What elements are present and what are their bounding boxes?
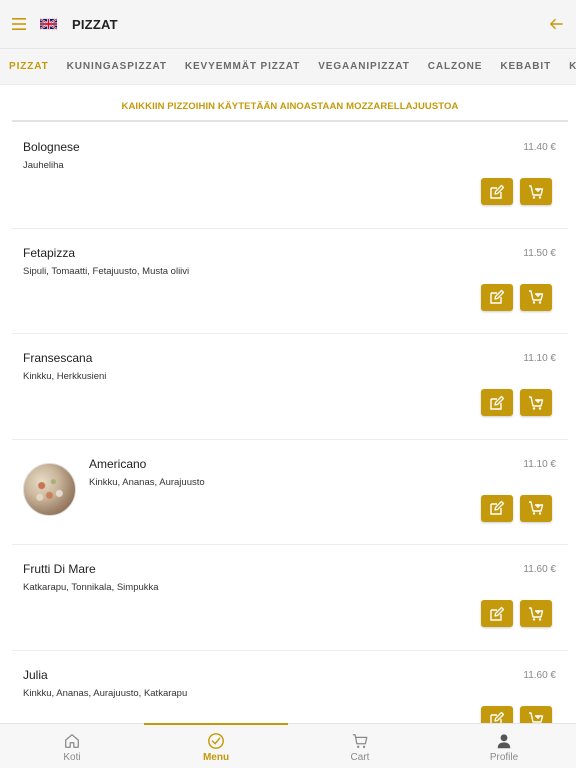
tab-kebabit[interactable]: KEBABIT bbox=[491, 61, 560, 72]
edit-item-button[interactable] bbox=[481, 494, 513, 522]
edit-item-button[interactable] bbox=[481, 600, 513, 627]
item-name: Americano bbox=[89, 456, 147, 471]
item-price: 11.60 € bbox=[523, 564, 556, 575]
item-price: 11.60 € bbox=[523, 669, 556, 681]
nav-label: Koti bbox=[63, 752, 81, 763]
edit-icon bbox=[490, 500, 505, 515]
edit-icon bbox=[490, 395, 505, 410]
tab-kana[interactable]: KANA bbox=[560, 61, 576, 72]
edit-item-button[interactable] bbox=[481, 283, 513, 311]
nav-label: Menu bbox=[202, 752, 230, 763]
add-to-cart-button[interactable] bbox=[520, 178, 552, 205]
menu-item: Bolognese Jauheliha 11.40 € bbox=[12, 123, 568, 229]
top-app-bar: PIZZAT bbox=[0, 0, 576, 49]
cart-icon bbox=[350, 731, 370, 751]
person-icon bbox=[494, 731, 514, 751]
item-price: 11.10 € bbox=[523, 353, 556, 364]
tab-pizzat[interactable]: PIZZAT bbox=[0, 61, 58, 72]
tab-kevyemmat-pizzat[interactable]: KEVYEMMÄT PIZZAT bbox=[176, 61, 309, 72]
add-to-cart-button[interactable] bbox=[520, 600, 552, 627]
check-circle-icon bbox=[206, 731, 226, 751]
item-price: 11.10 € bbox=[523, 458, 556, 470]
item-name: Fetapizza bbox=[23, 245, 76, 260]
edit-icon bbox=[490, 184, 505, 199]
hamburger-icon bbox=[12, 18, 26, 30]
tab-kuningaspizzat[interactable]: KUNINGASPIZZAT bbox=[58, 61, 176, 72]
nav-koti[interactable]: Koti bbox=[0, 724, 144, 768]
menu-item: Fransescana Kinkku, Herkkusieni 11.10 € bbox=[12, 334, 568, 440]
menu-item: Fetapizza Sipuli, Tomaatti, Fetajuusto, … bbox=[12, 229, 568, 334]
tab-calzone[interactable]: CALZONE bbox=[419, 61, 492, 72]
add-to-cart-button[interactable] bbox=[520, 494, 552, 522]
menu-item: Frutti Di Mare Katkarapu, Tonnikala, Sim… bbox=[12, 545, 568, 651]
add-to-cart-icon bbox=[529, 290, 544, 304]
menu-item: Americano Kinkku, Ananas, Aurajuusto 11.… bbox=[12, 440, 568, 545]
category-tabs: PIZZAT KUNINGASPIZZAT KEVYEMMÄT PIZZAT V… bbox=[0, 49, 576, 85]
page-title: PIZZAT bbox=[72, 16, 118, 32]
nav-menu[interactable]: Menu bbox=[144, 723, 288, 768]
item-description: Kinkku, Ananas, Aurajuusto, Katkarapu bbox=[23, 687, 188, 699]
menu-item-list: Bolognese Jauheliha 11.40 € Fetapizza Si… bbox=[12, 123, 568, 756]
hamburger-menu-button[interactable] bbox=[0, 0, 38, 49]
home-icon bbox=[62, 731, 82, 751]
item-description: Kinkku, Herkkusieni bbox=[23, 371, 107, 382]
add-to-cart-icon bbox=[529, 184, 544, 199]
edit-item-button[interactable] bbox=[481, 389, 513, 416]
add-to-cart-icon bbox=[529, 395, 544, 410]
item-description: Kinkku, Ananas, Aurajuusto bbox=[89, 476, 205, 488]
item-name: Fransescana bbox=[23, 351, 93, 365]
nav-cart[interactable]: Cart bbox=[288, 724, 432, 768]
back-button[interactable] bbox=[546, 14, 566, 34]
nav-label: Profile bbox=[489, 752, 519, 763]
arrow-left-icon bbox=[550, 18, 563, 30]
tab-vegaanipizzat[interactable]: VEGAANIPIZZAT bbox=[309, 61, 419, 72]
uk-flag-icon[interactable] bbox=[40, 18, 57, 30]
nav-profile[interactable]: Profile bbox=[432, 724, 576, 768]
item-price: 11.50 € bbox=[523, 247, 556, 259]
item-price: 11.40 € bbox=[523, 142, 556, 153]
edit-item-button[interactable] bbox=[481, 178, 513, 205]
pizza-photo bbox=[23, 462, 76, 516]
item-name: Bolognese bbox=[23, 140, 80, 154]
item-description: Sipuli, Tomaatti, Fetajuusto, Musta olii… bbox=[23, 265, 190, 277]
item-name: Julia bbox=[23, 667, 48, 682]
add-to-cart-button[interactable] bbox=[520, 389, 552, 416]
add-to-cart-icon bbox=[529, 501, 544, 515]
item-description: Katkarapu, Tonnikala, Simpukka bbox=[23, 582, 159, 593]
edit-icon bbox=[490, 606, 505, 621]
mozzarella-notice: KAIKKIIN PIZZOIHIN KÄYTETÄÄN AINOASTAAN … bbox=[12, 92, 568, 122]
nav-label: Cart bbox=[350, 752, 370, 763]
add-to-cart-icon bbox=[529, 606, 544, 621]
item-description: Jauheliha bbox=[23, 160, 64, 171]
edit-icon bbox=[490, 289, 505, 304]
add-to-cart-button[interactable] bbox=[520, 283, 552, 311]
item-name: Frutti Di Mare bbox=[23, 562, 96, 576]
bottom-navigation: Koti Menu Cart Profile bbox=[0, 723, 576, 768]
